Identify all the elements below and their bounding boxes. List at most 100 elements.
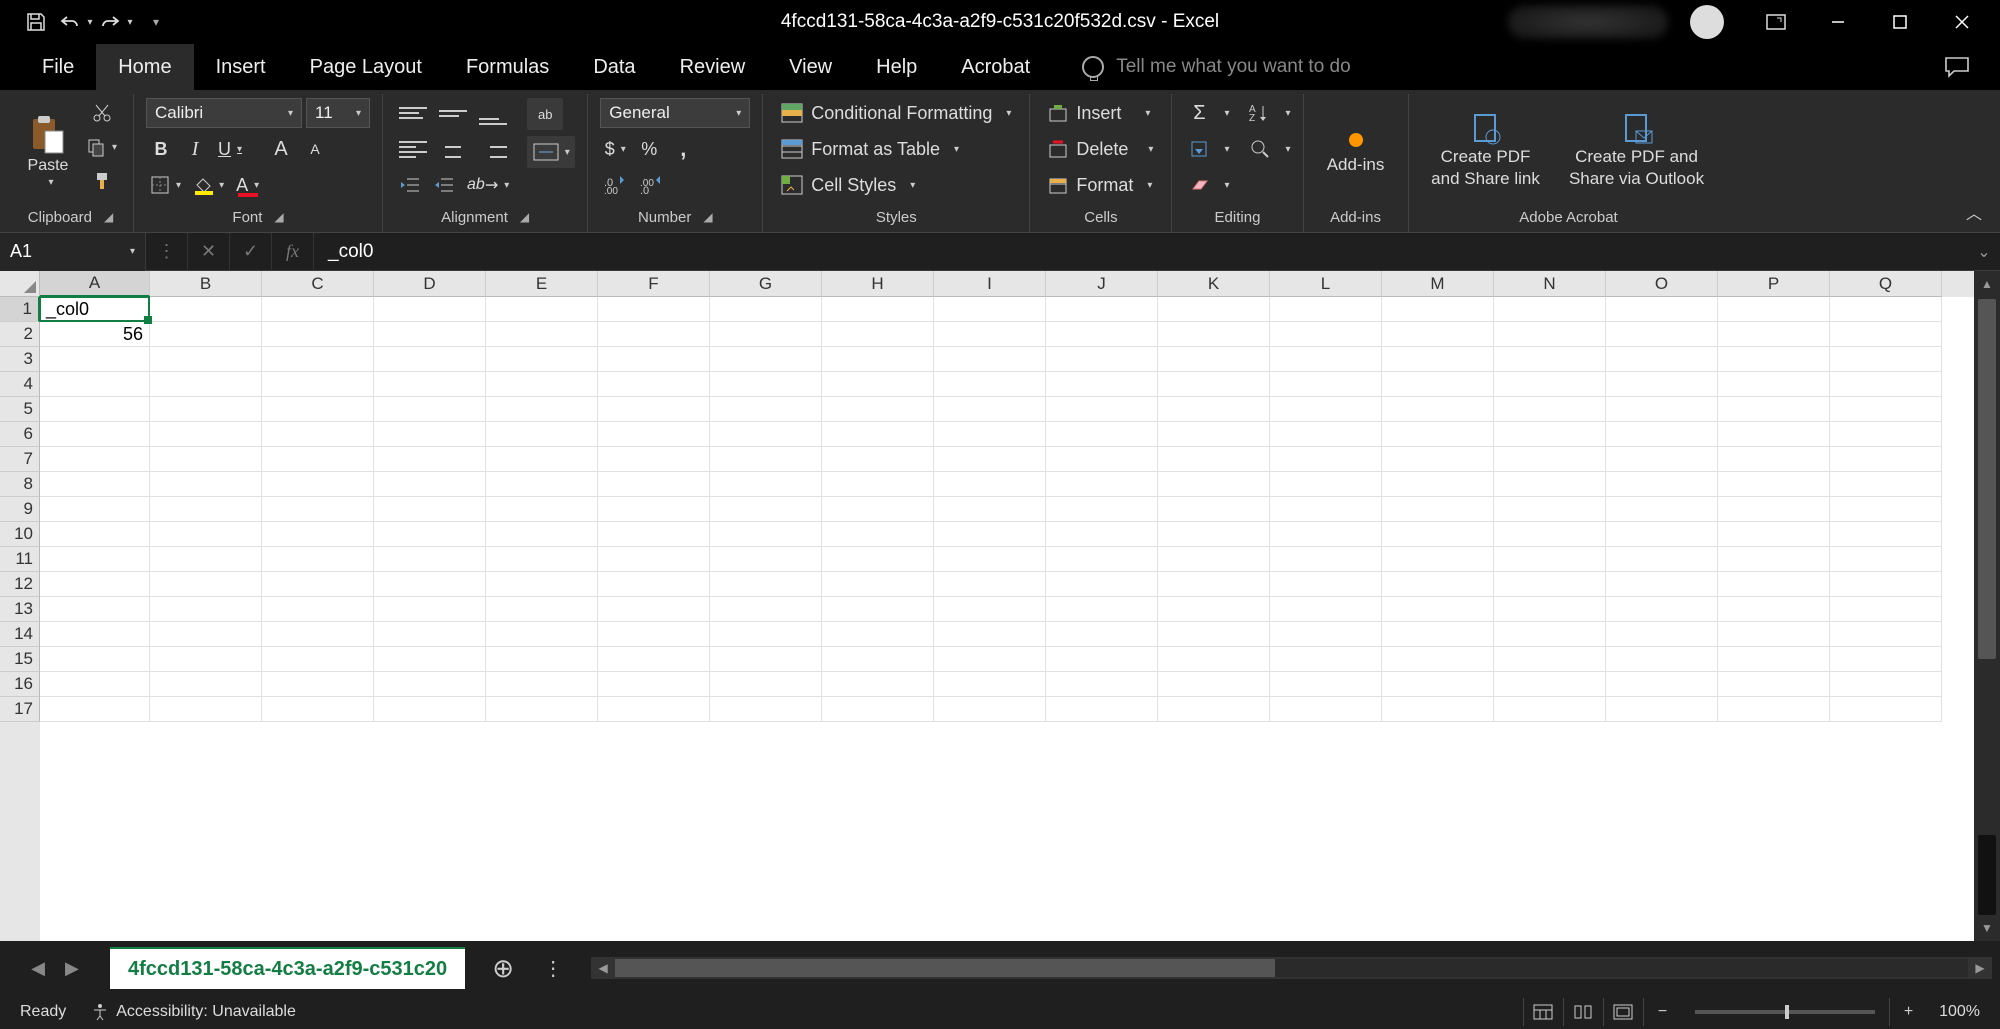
- sheet-prev-button[interactable]: ◀: [31, 958, 45, 979]
- cell-P13[interactable]: [1718, 597, 1830, 622]
- cell-O9[interactable]: [1606, 497, 1718, 522]
- wrap-text-button[interactable]: ab: [527, 98, 563, 130]
- column-header-E[interactable]: E: [486, 271, 598, 297]
- cell-H2[interactable]: [822, 322, 934, 347]
- cell-B16[interactable]: [150, 672, 262, 697]
- tab-view[interactable]: View: [767, 44, 854, 90]
- cell-K11[interactable]: [1158, 547, 1270, 572]
- cell-M13[interactable]: [1382, 597, 1494, 622]
- cell-J15[interactable]: [1046, 647, 1158, 672]
- column-header-J[interactable]: J: [1046, 271, 1158, 297]
- fill-color-button[interactable]: ▾: [189, 170, 228, 200]
- cell-H9[interactable]: [822, 497, 934, 522]
- cell-G8[interactable]: [710, 472, 822, 497]
- cell-N15[interactable]: [1494, 647, 1606, 672]
- cell-J16[interactable]: [1046, 672, 1158, 697]
- cell-I16[interactable]: [934, 672, 1046, 697]
- cell-P2[interactable]: [1718, 322, 1830, 347]
- row-header-6[interactable]: 6: [0, 422, 40, 447]
- cell-B12[interactable]: [150, 572, 262, 597]
- comma-button[interactable]: ,: [668, 134, 698, 164]
- cell-M7[interactable]: [1382, 447, 1494, 472]
- cell-D15[interactable]: [374, 647, 486, 672]
- tab-review[interactable]: Review: [658, 44, 768, 90]
- bold-button[interactable]: B: [146, 134, 176, 164]
- cell-B9[interactable]: [150, 497, 262, 522]
- cell-F8[interactable]: [598, 472, 710, 497]
- cell-I11[interactable]: [934, 547, 1046, 572]
- cell-K12[interactable]: [1158, 572, 1270, 597]
- cell-D9[interactable]: [374, 497, 486, 522]
- cell-L1[interactable]: [1270, 297, 1382, 322]
- cell-E13[interactable]: [486, 597, 598, 622]
- cell-Q2[interactable]: [1830, 322, 1942, 347]
- cell-D12[interactable]: [374, 572, 486, 597]
- cell-N11[interactable]: [1494, 547, 1606, 572]
- cell-M11[interactable]: [1382, 547, 1494, 572]
- cell-M1[interactable]: [1382, 297, 1494, 322]
- cell-H11[interactable]: [822, 547, 934, 572]
- cell-F9[interactable]: [598, 497, 710, 522]
- cell-K6[interactable]: [1158, 422, 1270, 447]
- cell-L4[interactable]: [1270, 372, 1382, 397]
- cell-H8[interactable]: [822, 472, 934, 497]
- cell-F13[interactable]: [598, 597, 710, 622]
- cell-C8[interactable]: [262, 472, 374, 497]
- create-pdf-outlook-button[interactable]: Create PDF and Share via Outlook: [1557, 98, 1717, 204]
- cell-L16[interactable]: [1270, 672, 1382, 697]
- cell-F2[interactable]: [598, 322, 710, 347]
- conditional-formatting-button[interactable]: Conditional Formatting▾: [775, 98, 1017, 128]
- row-header-12[interactable]: 12: [0, 572, 40, 597]
- page-break-view-button[interactable]: [1603, 998, 1641, 1026]
- new-sheet-button[interactable]: ⊕: [483, 953, 523, 984]
- find-select-button[interactable]: [1245, 134, 1275, 164]
- cell-C1[interactable]: [262, 297, 374, 322]
- underline-button[interactable]: U▾: [214, 134, 246, 164]
- cell-E7[interactable]: [486, 447, 598, 472]
- cell-N3[interactable]: [1494, 347, 1606, 372]
- row-header-15[interactable]: 15: [0, 647, 40, 672]
- cell-I14[interactable]: [934, 622, 1046, 647]
- fill-button[interactable]: [1184, 134, 1214, 164]
- cell-C11[interactable]: [262, 547, 374, 572]
- cell-D6[interactable]: [374, 422, 486, 447]
- zoom-in-button[interactable]: +: [1889, 998, 1927, 1026]
- cell-I12[interactable]: [934, 572, 1046, 597]
- cell-G13[interactable]: [710, 597, 822, 622]
- font-name-select[interactable]: Calibri▾: [146, 98, 302, 128]
- cell-B13[interactable]: [150, 597, 262, 622]
- cell-O4[interactable]: [1606, 372, 1718, 397]
- cell-I8[interactable]: [934, 472, 1046, 497]
- cell-H15[interactable]: [822, 647, 934, 672]
- cell-F14[interactable]: [598, 622, 710, 647]
- column-header-Q[interactable]: Q: [1830, 271, 1942, 297]
- cell-Q14[interactable]: [1830, 622, 1942, 647]
- column-header-N[interactable]: N: [1494, 271, 1606, 297]
- cell-G12[interactable]: [710, 572, 822, 597]
- cell-G9[interactable]: [710, 497, 822, 522]
- cell-F6[interactable]: [598, 422, 710, 447]
- cell-C10[interactable]: [262, 522, 374, 547]
- cell-F12[interactable]: [598, 572, 710, 597]
- tab-page-layout[interactable]: Page Layout: [288, 44, 444, 90]
- cell-E15[interactable]: [486, 647, 598, 672]
- column-header-I[interactable]: I: [934, 271, 1046, 297]
- cell-F15[interactable]: [598, 647, 710, 672]
- cell-G3[interactable]: [710, 347, 822, 372]
- cell-A2[interactable]: 56: [40, 322, 150, 347]
- cell-P12[interactable]: [1718, 572, 1830, 597]
- cell-C4[interactable]: [262, 372, 374, 397]
- scroll-down-button[interactable]: ▼: [1974, 915, 2000, 941]
- cell-M15[interactable]: [1382, 647, 1494, 672]
- cell-F16[interactable]: [598, 672, 710, 697]
- cell-L3[interactable]: [1270, 347, 1382, 372]
- cell-B3[interactable]: [150, 347, 262, 372]
- cell-H3[interactable]: [822, 347, 934, 372]
- zoom-slider[interactable]: [1695, 1010, 1875, 1014]
- cell-I1[interactable]: [934, 297, 1046, 322]
- cell-K10[interactable]: [1158, 522, 1270, 547]
- cell-Q12[interactable]: [1830, 572, 1942, 597]
- cell-M12[interactable]: [1382, 572, 1494, 597]
- cell-O17[interactable]: [1606, 697, 1718, 722]
- row-header-8[interactable]: 8: [0, 472, 40, 497]
